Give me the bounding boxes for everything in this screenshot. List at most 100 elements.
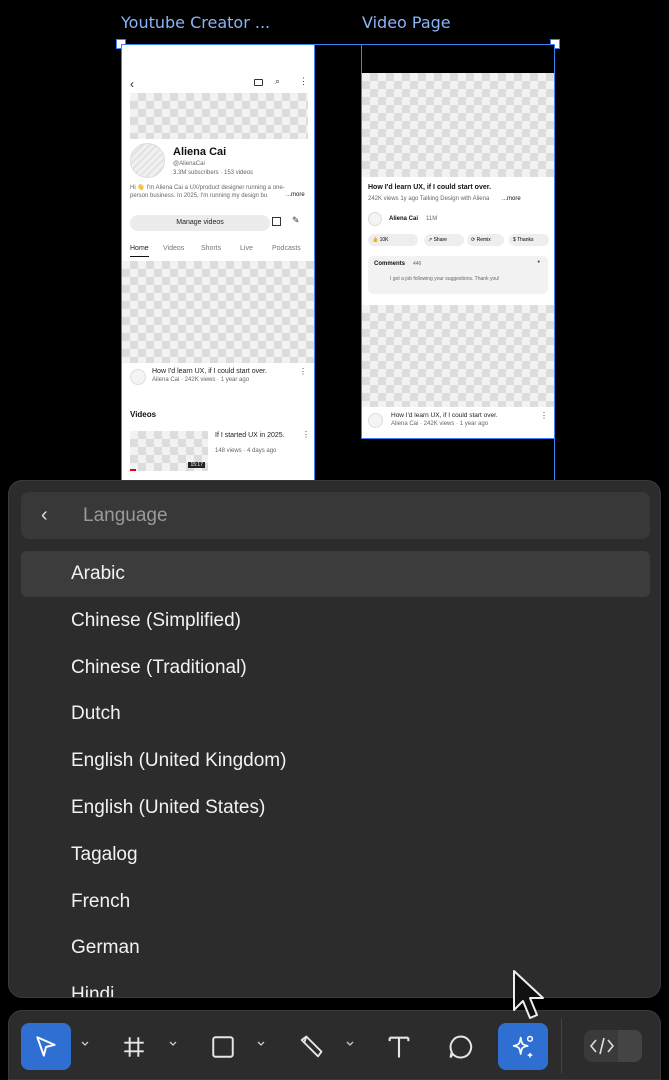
move-tool-chevron-icon[interactable] — [80, 1039, 90, 1049]
next-video-title[interactable]: How I'd learn UX, if I could start over. — [391, 412, 498, 419]
comment-tool-button[interactable] — [436, 1023, 486, 1070]
cast-icon[interactable] — [254, 79, 263, 86]
back-icon[interactable]: ‹ — [130, 77, 134, 91]
toggle-knob — [618, 1030, 642, 1062]
next-video-more-icon[interactable]: ⋮ — [540, 411, 548, 420]
language-option[interactable]: French — [21, 879, 650, 925]
progress-bar — [130, 469, 136, 471]
frame-tool-chevron-icon[interactable] — [168, 1039, 178, 1049]
video-page-more-link[interactable]: ...more — [502, 196, 521, 202]
text-t-icon — [388, 1036, 410, 1057]
language-option[interactable]: Chinese (Simplified) — [21, 598, 650, 644]
like-button[interactable]: 👍 10K — [368, 234, 418, 246]
share-button[interactable]: ↗ Share — [424, 234, 464, 246]
language-option[interactable]: German — [21, 925, 650, 971]
frame-video-page[interactable]: How I'd learn UX, if I could start over.… — [361, 44, 555, 439]
bottom-toolbar — [8, 1010, 661, 1080]
shape-tool-button[interactable] — [198, 1023, 248, 1070]
language-option[interactable]: English (United Kingdom) — [21, 738, 650, 784]
frame-hash-icon — [124, 1036, 144, 1057]
ai-tool-button[interactable] — [498, 1023, 548, 1070]
comment-bubble-icon — [449, 1035, 473, 1058]
comments-label: Comments — [374, 261, 406, 267]
cursor-arrow-icon — [36, 1035, 56, 1057]
language-option[interactable]: Arabic — [21, 551, 650, 597]
language-option[interactable]: Chinese (Traditional) — [21, 645, 650, 691]
video-page-avatar — [368, 212, 382, 226]
avatar — [130, 143, 165, 178]
move-tool-button[interactable] — [21, 1023, 71, 1070]
tab-live[interactable]: Live — [240, 245, 253, 252]
featured-channel-avatar — [130, 369, 146, 385]
expand-comments-icon[interactable]: • — [538, 259, 540, 266]
text-tool-button[interactable] — [374, 1023, 424, 1070]
language-option[interactable]: Hindi — [21, 972, 650, 997]
video-page-subs: 11M — [426, 216, 438, 222]
comments-count: 446 — [413, 261, 422, 267]
search-icon[interactable]: ⌕ — [275, 76, 280, 87]
language-option[interactable]: Tagalog — [21, 832, 650, 878]
language-search-input[interactable] — [83, 502, 583, 530]
top-comment: I got a job following your suggestions. … — [390, 276, 500, 282]
back-chevron-icon[interactable]: ‹ — [41, 505, 48, 525]
language-option[interactable]: Dutch — [21, 691, 650, 737]
pen-icon — [300, 1035, 323, 1057]
manage-videos-button[interactable]: Manage videos — [130, 215, 270, 231]
thanks-button[interactable]: $ Thanks — [509, 234, 549, 246]
remix-label: Remix — [476, 237, 491, 243]
share-label: Share — [433, 237, 447, 243]
pen-tool-button[interactable] — [286, 1023, 336, 1070]
tab-home[interactable]: Home — [130, 245, 149, 257]
mouse-pointer-icon — [513, 970, 544, 1019]
pen-tool-chevron-icon[interactable] — [345, 1039, 355, 1049]
shape-tool-chevron-icon[interactable] — [256, 1039, 266, 1049]
bio-more-link[interactable]: ...more — [286, 192, 305, 198]
next-video-meta: Aliena Cai · 242K views · 1 year ago — [391, 421, 489, 427]
video-more-icon[interactable]: ⋮ — [302, 430, 310, 439]
more-icon[interactable]: ⋮ — [299, 76, 308, 87]
like-count: 10K — [379, 237, 389, 243]
tab-videos[interactable]: Videos — [163, 245, 184, 252]
video-page-meta: 242K views 1y ago Talking Design with Al… — [368, 196, 490, 202]
channel-tabs: Home Videos Shorts Live Podcasts — [130, 245, 310, 259]
channel-banner — [130, 93, 308, 139]
frame-title-video-page[interactable]: Video Page — [362, 13, 451, 32]
channel-bio: Hi 👋 I'm Aliena Cai a UX/product designe… — [130, 185, 285, 199]
code-icon — [589, 1037, 615, 1055]
featured-video-title[interactable]: How I'd learn UX, if I could start over. — [152, 368, 267, 375]
video-actions: 👍 10K ↗ Share ⟳ Remix $ Thanks — [368, 234, 554, 246]
video-thumbnail[interactable]: 15:17 — [130, 431, 208, 471]
next-video-thumbnail[interactable] — [362, 305, 554, 407]
frame-creator[interactable]: ‹ ⌕ ⋮ Aliena Cai @AlienaCai 3.3M subscri… — [121, 44, 315, 484]
edit-icon[interactable]: ✎ — [292, 215, 300, 226]
frame-tool-button[interactable] — [109, 1023, 159, 1070]
channel-handle: @AlienaCai — [173, 161, 205, 167]
video-player[interactable] — [362, 73, 554, 177]
dev-mode-toggle[interactable] — [584, 1030, 642, 1062]
channel-stats: 3.3M subscribers · 153 videos — [173, 170, 254, 176]
tab-podcasts[interactable]: Podcasts — [272, 245, 301, 252]
video-duration: 15:17 — [188, 462, 205, 468]
toolbar-divider — [561, 1019, 562, 1073]
language-option[interactable]: English (United States) — [21, 785, 650, 831]
analytics-icon[interactable] — [272, 217, 281, 226]
frame-title-creator[interactable]: Youtube Creator ... — [121, 13, 270, 32]
videos-heading: Videos — [130, 410, 157, 419]
language-search: ‹ — [21, 492, 650, 539]
channel-name: Aliena Cai — [173, 146, 227, 158]
featured-video-meta: Aliena Cai · 242K views · 1 year ago — [152, 377, 250, 383]
like-icon: 👍 — [372, 237, 380, 243]
tab-shorts[interactable]: Shorts — [201, 245, 221, 252]
featured-more-icon[interactable]: ⋮ — [299, 367, 307, 376]
remix-button[interactable]: ⟳ Remix — [467, 234, 504, 246]
thanks-label: Thanks — [517, 237, 534, 243]
next-video-avatar — [368, 413, 383, 428]
video-meta: 148 views · 4 days ago — [215, 448, 277, 454]
rectangle-icon — [212, 1035, 234, 1058]
video-page-channel[interactable]: Aliena Cai — [389, 216, 418, 222]
language-dropdown: ‹ ArabicChinese (Simplified)Chinese (Tra… — [8, 480, 661, 998]
featured-video-thumbnail[interactable] — [122, 261, 314, 363]
comments-card[interactable]: Comments 446 • I got a job following you… — [368, 256, 548, 294]
sparkle-icon — [512, 1035, 534, 1057]
video-title[interactable]: If I started UX in 2025. — [215, 431, 295, 440]
